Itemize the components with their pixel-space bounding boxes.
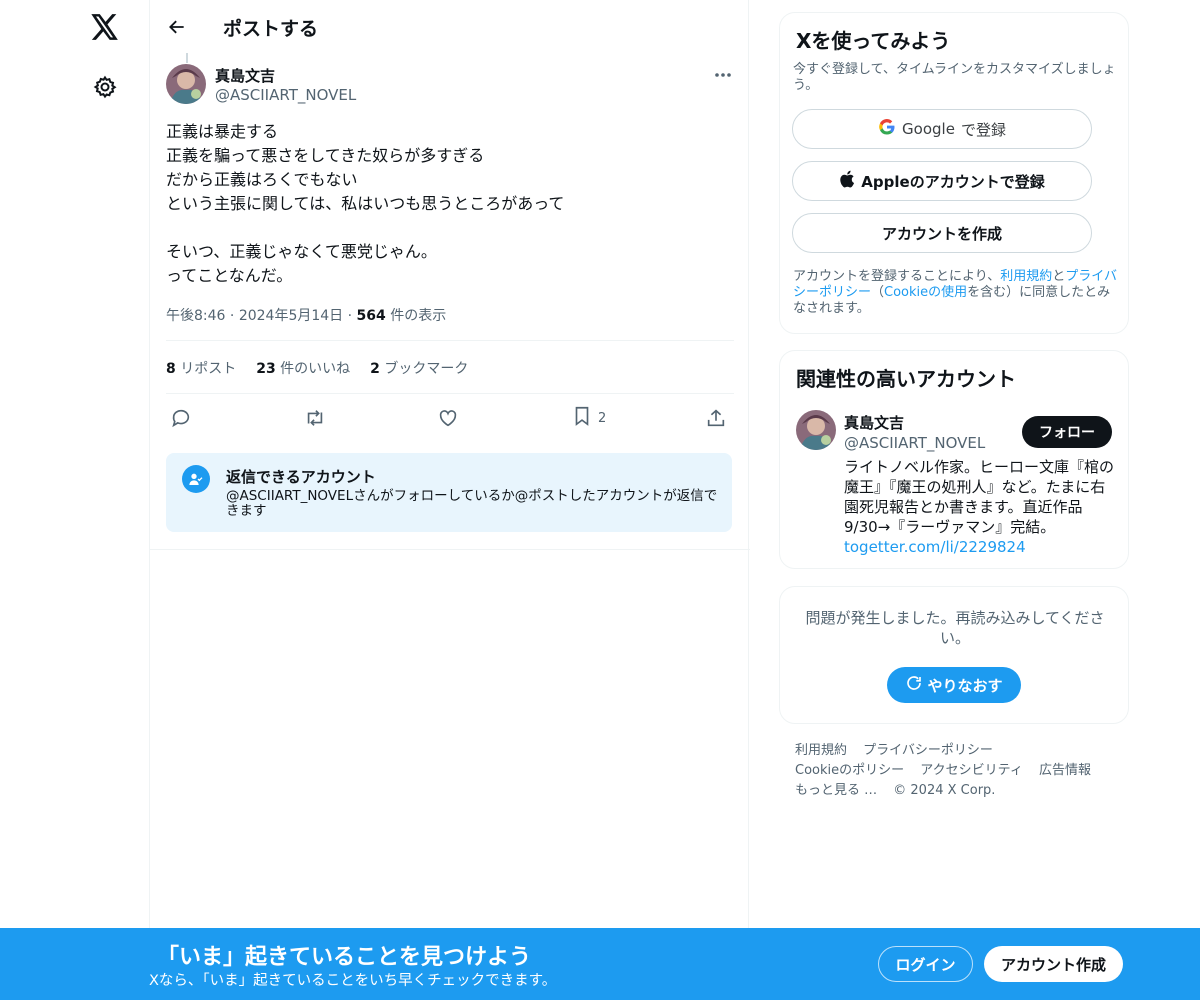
like-icon[interactable] bbox=[437, 403, 459, 433]
divider bbox=[166, 340, 734, 341]
cookie-link[interactable]: Cookieの使用 bbox=[884, 285, 967, 300]
person-check-icon bbox=[182, 465, 210, 493]
footer-links: 利用規約 プライバシーポリシー Cookieのポリシー アクセシビリティ 広告情… bbox=[795, 741, 1125, 801]
post-meta: 午後8:46 · 2024年5月14日 · 564 件の表示 bbox=[166, 308, 447, 324]
google-brand: Google bbox=[902, 120, 955, 138]
banner-create-account-button[interactable]: アカウント作成 bbox=[984, 946, 1123, 982]
reply-restriction-description: @ASCIIART_NOVELさんがフォローしているか@ポストしたアカウントが返… bbox=[226, 488, 718, 519]
post-line: 正義を騙って悪さをしてきた奴らが多すぎる bbox=[166, 146, 485, 165]
apple-signup-button[interactable]: Appleのアカウントで登録 bbox=[792, 161, 1092, 201]
top-bar: ポストする bbox=[150, 0, 750, 53]
views-label: 件の表示 bbox=[390, 308, 447, 324]
apple-icon bbox=[839, 170, 855, 192]
retry-label: やりなおす bbox=[927, 676, 1003, 695]
banner-subtitle: Xなら、「いま」起きていることをいち早くチェックできます。 bbox=[149, 973, 557, 989]
bookmark-action-count: 2 bbox=[598, 410, 607, 426]
reply-restriction-title: 返信できるアカウント bbox=[226, 468, 376, 486]
likes-label: 件のいいね bbox=[280, 361, 351, 377]
footer-accessibility[interactable]: アクセシビリティ bbox=[920, 763, 1023, 778]
footer-copyright: © 2024 X Corp. bbox=[893, 783, 996, 798]
post-date[interactable]: 2024年5月14日 bbox=[239, 308, 343, 324]
back-arrow-icon[interactable] bbox=[162, 12, 192, 42]
more-icon[interactable] bbox=[710, 64, 736, 86]
author-avatar[interactable] bbox=[166, 64, 206, 104]
thread-line bbox=[186, 53, 188, 63]
create-account-label: アカウントを作成 bbox=[881, 224, 1002, 243]
post-time[interactable]: 午後8:46 bbox=[166, 308, 225, 324]
share-icon[interactable] bbox=[705, 403, 727, 433]
signup-subtitle: 今すぐ登録して、タイムラインをカスタマイズしましょう。 bbox=[793, 62, 1116, 93]
likes-stat[interactable]: 23 件のいいね bbox=[256, 358, 350, 378]
footer-terms[interactable]: 利用規約 bbox=[795, 743, 847, 758]
login-button[interactable]: ログイン bbox=[878, 946, 973, 982]
reposts-label: リポスト bbox=[180, 361, 237, 377]
post-line: そいつ、正義じゃなくて悪党じゃん。 bbox=[166, 242, 437, 261]
author-name[interactable]: 真島文吉 bbox=[215, 65, 275, 86]
error-card: 問題が発生しました。再読み込みしてください。 やりなおす bbox=[779, 586, 1129, 724]
apple-signup-label: Appleのアカウントで登録 bbox=[861, 172, 1045, 191]
reposts-count: 8 bbox=[166, 361, 176, 377]
post-stats: 8 リポスト 23 件のいいね 2 ブックマーク bbox=[166, 358, 468, 378]
signup-card: Xを使ってみよう 今すぐ登録して、タイムラインをカスタマイズしましょう。 Goo… bbox=[779, 12, 1129, 334]
likes-count: 23 bbox=[256, 361, 276, 377]
related-handle[interactable]: @ASCIIART_NOVEL bbox=[844, 434, 985, 452]
retry-button[interactable]: やりなおす bbox=[887, 667, 1021, 703]
post-line: 正義は暴走する bbox=[166, 122, 279, 141]
gear-icon[interactable] bbox=[90, 72, 120, 102]
page-title: ポストする bbox=[223, 18, 319, 40]
footer-cookie[interactable]: Cookieのポリシー bbox=[795, 763, 904, 778]
post-line bbox=[166, 216, 726, 240]
bookmarks-count: 2 bbox=[370, 361, 380, 377]
post-line: という主張に関しては、私はいつも思うところがあって bbox=[166, 194, 565, 213]
divider bbox=[150, 549, 750, 550]
footer-privacy[interactable]: プライバシーポリシー bbox=[863, 743, 993, 758]
terms-link[interactable]: 利用規約 bbox=[1000, 269, 1052, 284]
post-line: だから正義はろくでもない bbox=[166, 170, 358, 189]
banner-title: 「いま」起きていることを見つけよう bbox=[157, 945, 532, 970]
author-handle[interactable]: @ASCIIART_NOVEL bbox=[215, 86, 356, 104]
related-bio: ライトノベル作家。ヒーロー文庫『棺の魔王』『魔王の処刑人』など。たまに右園死児報… bbox=[844, 458, 1115, 536]
divider bbox=[166, 393, 734, 394]
related-avatar[interactable] bbox=[796, 410, 836, 450]
reply-icon[interactable] bbox=[170, 403, 192, 433]
bookmark-button[interactable]: 2 bbox=[572, 403, 606, 433]
main-column: ポストする 真島文吉 @ASCIIART_NOVEL 正義は暴走する 正義を騙っ… bbox=[149, 0, 750, 1000]
terms-text: と bbox=[1052, 269, 1066, 284]
action-bar: 2 bbox=[166, 403, 734, 433]
bookmark-icon bbox=[572, 405, 592, 431]
create-account-button[interactable]: アカウントを作成 bbox=[792, 213, 1092, 253]
google-icon bbox=[878, 118, 896, 140]
related-title: 関連性の高いアカウント bbox=[796, 367, 1016, 391]
google-signup-button[interactable]: Google で登録 bbox=[792, 109, 1092, 149]
bookmarks-label: ブックマーク bbox=[384, 361, 469, 377]
post-line: ってことなんだ。 bbox=[166, 266, 293, 285]
related-name[interactable]: 真島文吉 bbox=[844, 412, 904, 433]
bookmarks-stat[interactable]: 2 ブックマーク bbox=[370, 358, 468, 378]
error-message: 問題が発生しました。再読み込みしてください。 bbox=[805, 609, 1105, 647]
signup-banner: 「いま」起きていることを見つけよう Xなら、「いま」起きていることをいち早くチェ… bbox=[0, 928, 1200, 1000]
refresh-icon bbox=[905, 674, 923, 696]
signup-title: Xを使ってみよう bbox=[796, 29, 951, 53]
related-bio-link[interactable]: togetter.com/li/2229824 bbox=[844, 538, 1026, 556]
footer-ads[interactable]: 広告情報 bbox=[1039, 763, 1091, 778]
reply-restriction-box: 返信できるアカウント @ASCIIART_NOVELさんがフォローしているか@ポ… bbox=[166, 453, 732, 532]
terms-notice: アカウントを登録することにより、利用規約とプライバシーポリシー（Cookieの使… bbox=[793, 269, 1121, 317]
related-accounts-card: 関連性の高いアカウント 真島文吉 @ASCIIART_NOVEL フォロー ライ… bbox=[779, 350, 1129, 569]
terms-text: アカウントを登録することにより、 bbox=[793, 269, 1001, 284]
repost-icon[interactable] bbox=[303, 403, 327, 433]
left-navigation bbox=[0, 0, 150, 1000]
reposts-stat[interactable]: 8 リポスト bbox=[166, 358, 236, 378]
follow-button[interactable]: フォロー bbox=[1022, 416, 1112, 448]
google-signup-label: で登録 bbox=[960, 120, 1006, 139]
post-text: 正義は暴走する 正義を騙って悪さをしてきた奴らが多すぎる だから正義はろくでもな… bbox=[166, 120, 726, 288]
terms-text: （ bbox=[871, 285, 885, 300]
footer-more[interactable]: もっと見る … bbox=[795, 783, 877, 798]
views-count: 564 bbox=[356, 308, 386, 324]
x-logo-icon[interactable] bbox=[88, 10, 122, 44]
